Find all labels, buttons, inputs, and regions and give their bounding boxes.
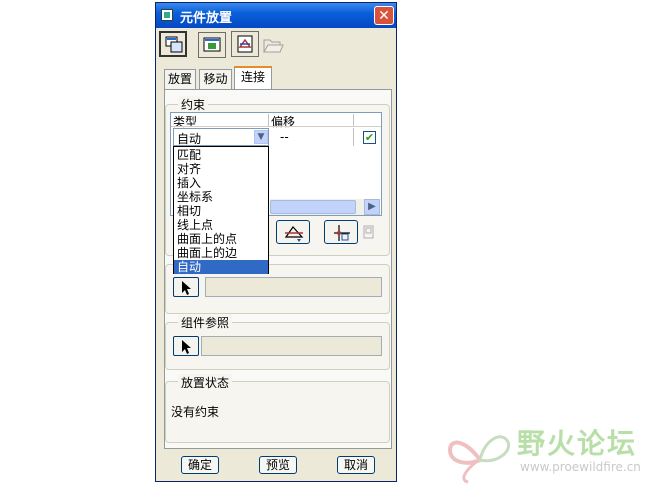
preview-button[interactable]: 预览 xyxy=(259,456,297,474)
scroll-right-button[interactable]: ▶ xyxy=(364,199,380,215)
dropdown-option[interactable]: 对齐 xyxy=(174,162,268,176)
ok-button[interactable]: 确定 xyxy=(181,456,219,474)
dropdown-option[interactable]: 线上点 xyxy=(174,218,268,232)
select-reference-button[interactable] xyxy=(173,277,199,297)
tab-move[interactable]: 移动 xyxy=(199,69,232,89)
dropdown-option[interactable]: 插入 xyxy=(174,176,268,190)
cursor-arrow-icon xyxy=(182,281,191,295)
dropdown-option[interactable]: 曲面上的点 xyxy=(174,232,268,246)
component-reference-field[interactable] xyxy=(201,336,382,356)
placement-button[interactable] xyxy=(159,31,187,57)
column-divider xyxy=(353,114,354,126)
connect-icon xyxy=(237,35,253,53)
coincident-button[interactable] xyxy=(324,220,358,244)
connect-button[interactable] xyxy=(231,31,259,57)
dropdown-option[interactable]: 曲面上的边 xyxy=(174,246,268,260)
dropdown-option-selected[interactable]: 自动 xyxy=(174,260,268,274)
constraints-legend: 约束 xyxy=(178,96,209,113)
flip-icon xyxy=(284,226,304,242)
column-divider xyxy=(268,114,269,126)
placement-icon xyxy=(165,36,183,53)
doc-icon xyxy=(363,225,374,239)
combo-value: 自动 xyxy=(177,132,202,146)
constraint-type-combo[interactable]: 自动 ▼ xyxy=(173,128,269,146)
display-button[interactable] xyxy=(198,32,226,58)
horizontal-scrollbar[interactable]: ▶ xyxy=(270,199,380,215)
header-separator xyxy=(171,126,381,127)
component-reference-legend: 组件参照 xyxy=(178,314,233,331)
dropdown-option[interactable]: 匹配 xyxy=(174,148,268,162)
window-title: 元件放置 xyxy=(180,11,233,26)
offset-value: -- xyxy=(280,130,289,144)
placement-status-legend: 放置状态 xyxy=(178,374,233,391)
open-folder-button[interactable] xyxy=(262,35,284,55)
tab-connect[interactable]: 连接 xyxy=(234,66,272,89)
coincident-icon xyxy=(334,225,350,241)
display-icon xyxy=(203,37,221,52)
constraint-type-dropdown: 匹配 对齐 插入 坐标系 相切 线上点 曲面上的点 曲面上的边 自动 xyxy=(173,146,269,274)
select-component-button[interactable] xyxy=(173,336,199,356)
app-icon xyxy=(161,9,173,21)
close-button[interactable]: ✕ xyxy=(374,6,394,25)
reference-field[interactable] xyxy=(205,277,382,297)
chevron-down-icon[interactable]: ▼ xyxy=(254,130,268,144)
disabled-tool-button[interactable] xyxy=(361,224,377,240)
dropdown-option[interactable]: 相切 xyxy=(174,204,268,218)
scrollbar-thumb[interactable] xyxy=(270,200,356,214)
cancel-button[interactable]: 取消 xyxy=(337,456,375,474)
title-bar[interactable]: 元件放置 ✕ xyxy=(156,3,396,28)
enabled-checkbox[interactable]: ✔ xyxy=(363,131,376,144)
flip-constraint-button[interactable] xyxy=(276,220,310,244)
cursor-arrow-icon xyxy=(182,340,191,354)
column-offset-header: 偏移 xyxy=(271,115,296,129)
cell-divider xyxy=(353,128,354,146)
watermark-title: 野火论坛 xyxy=(517,427,638,460)
open-folder-icon xyxy=(263,39,284,53)
dropdown-option[interactable]: 坐标系 xyxy=(174,190,268,204)
butterfly-logo-icon xyxy=(447,435,511,484)
tab-placement[interactable]: 放置 xyxy=(164,69,196,89)
placement-status-text: 没有约束 xyxy=(171,405,220,419)
watermark-url: www.proewildfire.cn xyxy=(520,460,641,474)
